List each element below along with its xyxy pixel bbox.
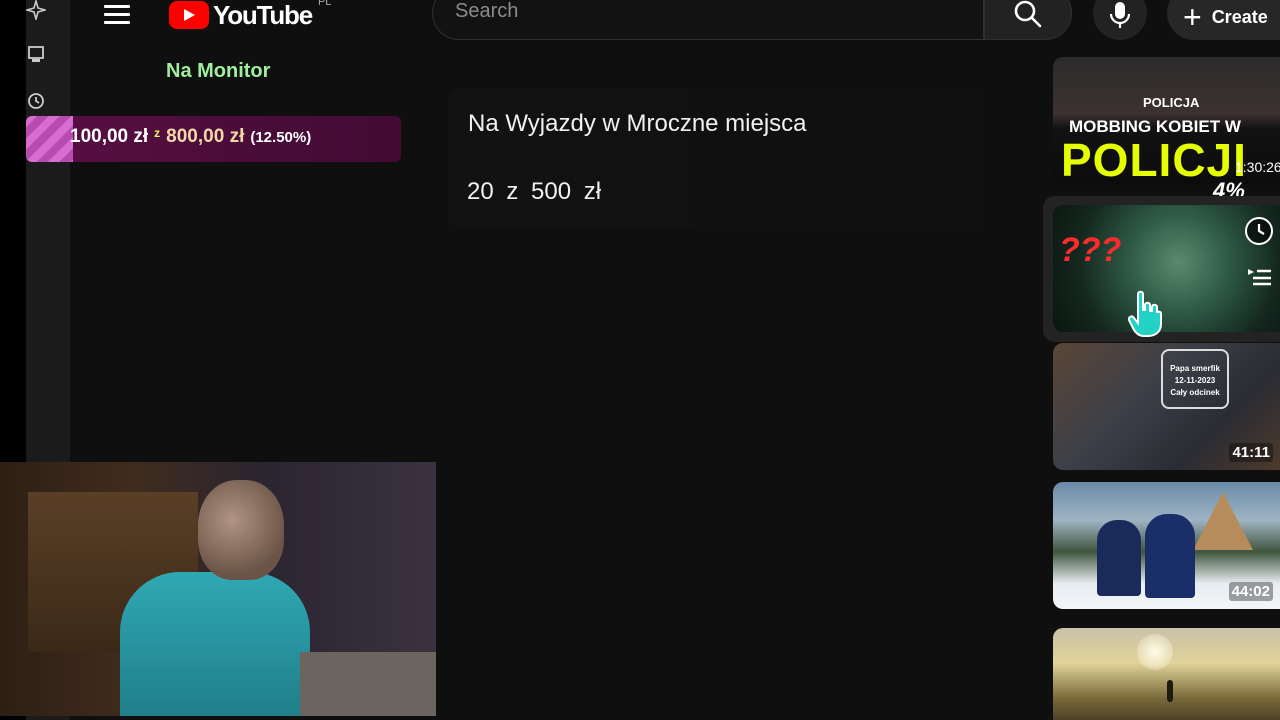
- video-duration: 44:02: [1228, 582, 1273, 601]
- donation-goal-title: Na Monitor: [166, 60, 271, 82]
- logo-region: PL: [317, 0, 332, 8]
- sun-shape: [1137, 634, 1173, 670]
- create-button[interactable]: + Create: [1167, 0, 1280, 40]
- person-shape: [1145, 514, 1195, 598]
- webcam-overlay: [0, 462, 436, 716]
- video-thumbnail-2[interactable]: ???: [1053, 205, 1280, 332]
- thumbnail-overlay-text: ???: [1059, 231, 1122, 269]
- add-to-queue-icon[interactable]: [1243, 261, 1275, 293]
- desk-surface: [300, 652, 436, 716]
- video-duration: 41:11: [1229, 443, 1273, 462]
- microphone-icon: [1109, 2, 1131, 28]
- watch-later-icon[interactable]: [1243, 215, 1275, 247]
- monitor-icon[interactable]: [26, 44, 46, 64]
- donation-progress-bar: 100,00 zł z 800,00 zł (12.50%): [26, 116, 401, 162]
- video-thumbnail-5[interactable]: [1053, 628, 1280, 720]
- progress-current: 100,00 zł: [70, 126, 149, 147]
- person-silhouette: [1167, 680, 1173, 702]
- hand-cursor-icon: [1127, 290, 1162, 343]
- person-head: [198, 480, 284, 580]
- logo-text: YouTube: [213, 0, 313, 30]
- caption-line: 12-11-2023: [1174, 376, 1216, 385]
- caption-line: Papa smerfik: [1170, 364, 1220, 373]
- thumbnail-overlay-text: POLICJA: [1143, 95, 1200, 110]
- progress-percent: (12.50%): [250, 129, 312, 146]
- menu-bar-icon: [104, 20, 130, 24]
- sparkle-icon[interactable]: [26, 0, 46, 20]
- hamburger-menu-button[interactable]: [104, 0, 136, 28]
- video-thumbnail-3[interactable]: Papa smerfik 12-11-2023 Cały odcinek 41:…: [1053, 343, 1280, 470]
- goal-card-amount: 20 z 500 zł: [467, 178, 602, 205]
- search-input[interactable]: Search: [432, 0, 984, 40]
- video-thumbnail-1[interactable]: POLICJA MOBBING KOBIET W POLICJI 1:30:26: [1053, 57, 1280, 184]
- menu-bar-icon: [104, 12, 130, 16]
- create-label: Create: [1211, 7, 1268, 27]
- menu-bar-icon: [104, 4, 130, 8]
- search-icon: [1014, 0, 1042, 28]
- thumbnail-caption: Papa smerfik 12-11-2023 Cały odcinek: [1161, 349, 1229, 409]
- search-button[interactable]: [984, 0, 1072, 40]
- video-duration: 1:30:26: [1235, 159, 1280, 175]
- person-shape: [1097, 520, 1141, 596]
- person-shirt: [120, 572, 310, 716]
- search-placeholder: Search: [455, 0, 519, 22]
- goal-card-title: Na Wyjazdy w Mroczne miejsca: [468, 110, 807, 137]
- progress-text: 100,00 zł z 800,00 zł (12.50%): [70, 126, 311, 148]
- youtube-logo[interactable]: YouTube PL: [169, 0, 331, 30]
- play-logo-icon: [169, 1, 209, 29]
- thumbnail-overlay-text: POLICJI: [1061, 134, 1247, 184]
- voice-search-button[interactable]: [1093, 0, 1147, 40]
- tent-shape: [1193, 492, 1253, 550]
- caption-line: Cały odcinek: [1170, 388, 1220, 397]
- goal-card: Na Wyjazdy w Mroczne miejsca 20 z 500 zł: [448, 88, 1048, 228]
- history-icon[interactable]: [26, 91, 46, 111]
- video-thumbnail-4[interactable]: 44:02: [1053, 482, 1280, 609]
- progress-fill: [26, 116, 73, 162]
- plus-icon: +: [1183, 0, 1202, 35]
- progress-separator: z: [154, 126, 161, 140]
- progress-goal: 800,00 zł: [166, 126, 245, 147]
